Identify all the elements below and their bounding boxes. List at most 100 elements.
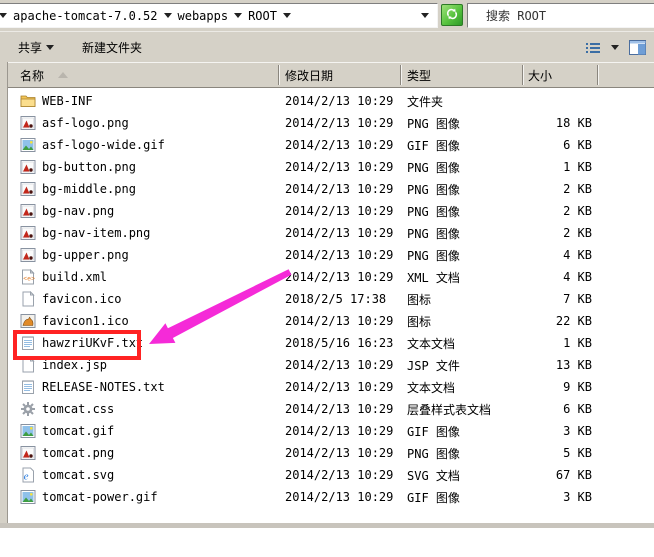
file-row[interactable]: WEB-INF 2014/2/13 10:29文件夹 — [8, 90, 654, 112]
file-date: 2014/2/13 10:29 — [278, 160, 400, 174]
file-type: PNG 图像 — [400, 181, 522, 198]
chevron-down-icon[interactable] — [234, 13, 242, 22]
views-dropdown-icon[interactable] — [611, 45, 619, 54]
file-type: 文本文档 — [400, 379, 522, 396]
file-name: tomcat.gif — [42, 424, 114, 438]
file-name-cell[interactable]: bg-middle.png — [8, 181, 278, 197]
file-name-cell[interactable]: bg-nav-item.png — [8, 225, 278, 241]
file-date: 2014/2/13 10:29 — [278, 138, 400, 152]
chevron-down-icon[interactable] — [283, 13, 291, 22]
file-name-cell[interactable]: favicon.ico — [8, 291, 278, 307]
breadcrumb-segment-tomcat[interactable]: apache-tomcat-7.0.52 — [11, 9, 160, 23]
column-header-name[interactable]: 名称 — [8, 63, 278, 87]
column-divider[interactable] — [597, 65, 599, 85]
new-folder-button[interactable]: 新建文件夹 — [76, 36, 148, 59]
file-type: 文件夹 — [400, 93, 522, 110]
file-row[interactable]: <e>build.xml2014/2/13 10:29XML 文档4 KB — [8, 266, 654, 288]
refresh-button[interactable] — [441, 4, 463, 26]
address-bar[interactable]: apache-tomcat-7.0.52 webapps ROOT — [0, 3, 438, 28]
column-header-size[interactable]: 大小 — [522, 63, 597, 87]
file-date: 2014/2/13 10:29 — [278, 358, 400, 372]
blank-file-icon — [20, 291, 36, 307]
file-name-cell[interactable]: bg-nav.png — [8, 203, 278, 219]
file-name-cell[interactable]: tomcat.gif — [8, 423, 278, 439]
file-row[interactable]: RELEASE-NOTES.txt2014/2/13 10:29文本文档9 KB — [8, 376, 654, 398]
file-size: 2 KB — [522, 182, 592, 196]
breadcrumb-segment-root[interactable]: ROOT — [246, 9, 279, 23]
css-file-icon — [20, 401, 36, 417]
file-size: 2 KB — [522, 204, 592, 218]
column-divider[interactable] — [278, 65, 280, 85]
file-type: GIF 图像 — [400, 137, 522, 154]
address-history-dropdown-icon[interactable] — [421, 13, 429, 22]
file-date: 2018/5/16 16:23 — [278, 336, 400, 350]
file-name-cell[interactable]: bg-button.png — [8, 159, 278, 175]
file-row[interactable]: tomcat.gif2014/2/13 10:29GIF 图像3 KB — [8, 420, 654, 442]
chevron-down-icon — [46, 45, 54, 54]
file-row[interactable]: asf-logo.png2014/2/13 10:29PNG 图像18 KB — [8, 112, 654, 134]
file-name: bg-upper.png — [42, 248, 129, 262]
file-name: asf-logo.png — [42, 116, 129, 130]
svg-text:<e>: <e> — [23, 276, 35, 283]
search-input[interactable]: 搜索 ROOT — [467, 3, 654, 28]
xml-file-icon: <e> — [20, 269, 36, 285]
file-name-cell[interactable]: favicon1.ico — [8, 313, 278, 329]
file-type: 图标 — [400, 291, 522, 308]
share-button-label: 共享 — [18, 39, 42, 56]
file-name-cell[interactable]: tomcat.png — [8, 445, 278, 461]
file-row[interactable]: bg-nav-item.png2014/2/13 10:29PNG 图像2 KB — [8, 222, 654, 244]
file-date: 2014/2/13 10:29 — [278, 94, 400, 108]
file-row[interactable]: favicon1.ico2014/2/13 10:29图标22 KB — [8, 310, 654, 332]
file-type: GIF 图像 — [400, 423, 522, 440]
file-date: 2014/2/13 10:29 — [278, 402, 400, 416]
column-divider[interactable] — [400, 65, 402, 85]
file-row[interactable]: tomcat.png2014/2/13 10:29PNG 图像5 KB — [8, 442, 654, 464]
file-row[interactable]: bg-nav.png2014/2/13 10:29PNG 图像2 KB — [8, 200, 654, 222]
blank-file-icon — [20, 357, 36, 373]
file-name-cell[interactable]: asf-logo.png — [8, 115, 278, 131]
chevron-down-icon[interactable] — [164, 13, 172, 22]
file-name-cell[interactable]: <e>build.xml — [8, 269, 278, 285]
file-type: PNG 图像 — [400, 203, 522, 220]
file-name-cell[interactable]: index.jsp — [8, 357, 278, 373]
file-size: 9 KB — [522, 380, 592, 394]
column-header-date[interactable]: 修改日期 — [278, 63, 400, 87]
change-view-button[interactable] — [585, 41, 601, 55]
file-row[interactable]: etomcat.svg2014/2/13 10:29SVG 文档67 KB — [8, 464, 654, 486]
png-image-icon — [20, 115, 36, 131]
file-date: 2014/2/13 10:29 — [278, 248, 400, 262]
file-name-cell[interactable]: etomcat.svg — [8, 467, 278, 483]
file-name-cell[interactable]: tomcat-power.gif — [8, 489, 278, 505]
file-name-cell[interactable]: hawzriUKvF.txt — [8, 335, 278, 351]
breadcrumb-segment-webapps[interactable]: webapps — [176, 9, 231, 23]
file-row[interactable]: bg-middle.png2014/2/13 10:29PNG 图像2 KB — [8, 178, 654, 200]
file-size: 1 KB — [522, 160, 592, 174]
file-row[interactable]: tomcat-power.gif2014/2/13 10:29GIF 图像3 K… — [8, 486, 654, 508]
file-date: 2014/2/13 10:29 — [278, 490, 400, 504]
file-row[interactable]: favicon.ico2018/2/5 17:38图标7 KB — [8, 288, 654, 310]
file-name-cell[interactable]: WEB-INF — [8, 93, 278, 109]
file-date: 2014/2/13 10:29 — [278, 270, 400, 284]
file-row[interactable]: tomcat.css2014/2/13 10:29层叠样式表文档6 KB — [8, 398, 654, 420]
chevron-down-icon[interactable] — [0, 13, 7, 22]
share-button[interactable]: 共享 — [12, 36, 64, 59]
file-row[interactable]: asf-logo-wide.gif2014/2/13 10:29GIF 图像6 … — [8, 134, 654, 156]
file-row[interactable]: bg-upper.png2014/2/13 10:29PNG 图像4 KB — [8, 244, 654, 266]
file-row[interactable]: bg-button.png2014/2/13 10:29PNG 图像1 KB — [8, 156, 654, 178]
column-header-type[interactable]: 类型 — [400, 63, 522, 87]
command-toolbar: 共享 新建文件夹 — [0, 31, 654, 63]
preview-pane-button[interactable] — [629, 40, 646, 55]
file-name-cell[interactable]: bg-upper.png — [8, 247, 278, 263]
png-image-icon — [20, 203, 36, 219]
file-type: PNG 图像 — [400, 247, 522, 264]
file-name-cell[interactable]: tomcat.css — [8, 401, 278, 417]
file-name-cell[interactable]: RELEASE-NOTES.txt — [8, 379, 278, 395]
png-image-icon — [20, 445, 36, 461]
column-divider[interactable] — [522, 65, 524, 85]
file-row[interactable]: hawzriUKvF.txt2018/5/16 16:23文本文档1 KB — [8, 332, 654, 354]
file-type: XML 文档 — [400, 269, 522, 286]
file-name-cell[interactable]: asf-logo-wide.gif — [8, 137, 278, 153]
file-date: 2014/2/13 10:29 — [278, 424, 400, 438]
file-name: WEB-INF — [42, 94, 93, 108]
file-row[interactable]: index.jsp2014/2/13 10:29JSP 文件13 KB — [8, 354, 654, 376]
